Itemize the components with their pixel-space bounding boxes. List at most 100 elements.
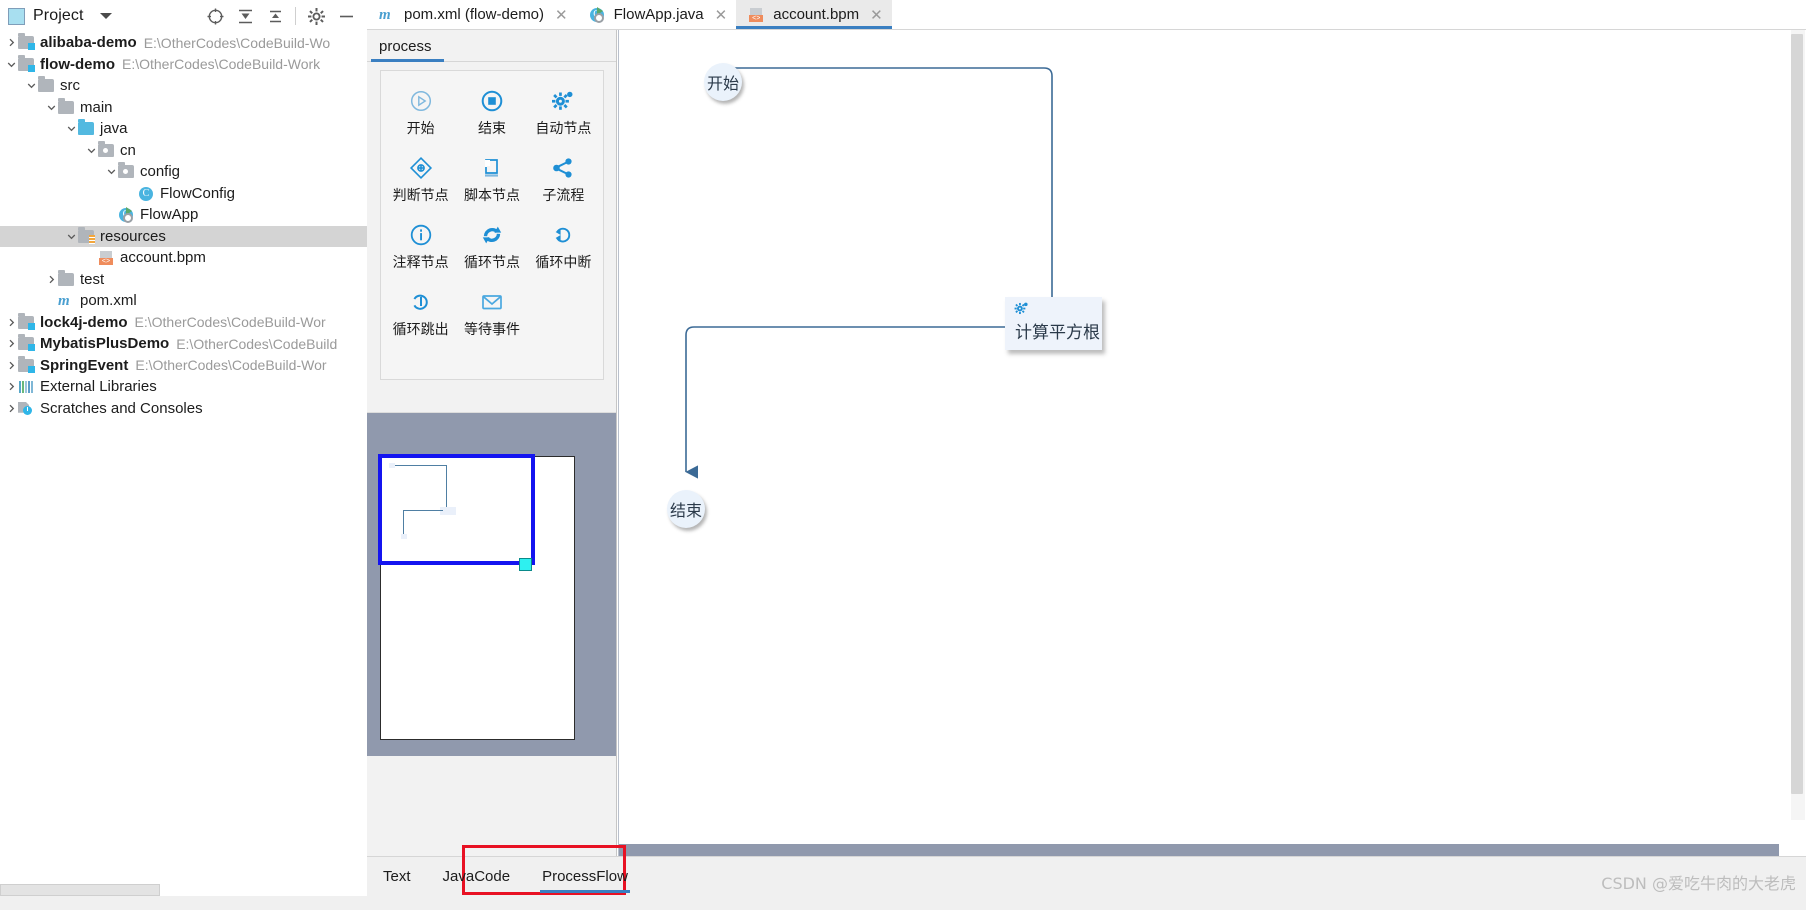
- palette-item-script-node[interactable]: 脚本节点: [456, 152, 527, 209]
- project-panel: Project alibab: [0, 0, 367, 910]
- palette-item-label: 循环节点: [464, 252, 520, 272]
- palette-item-subprocess-node[interactable]: 子流程: [528, 152, 599, 209]
- tree-expand-arrow[interactable]: [4, 36, 18, 50]
- tree-expand-arrow[interactable]: [4, 401, 18, 415]
- tree-row-flowapp[interactable]: CFlowApp: [0, 204, 367, 226]
- tree-row-account-bpm[interactable]: <>account.bpm: [0, 247, 367, 269]
- palette-item-decision-node[interactable]: 判断节点: [385, 152, 456, 209]
- palette-item-label: 判断节点: [393, 185, 449, 205]
- tree-expand-arrow[interactable]: [64, 122, 78, 136]
- canvas-horizontal-scrollbar[interactable]: [619, 844, 1779, 856]
- close-icon[interactable]: ✕: [555, 6, 568, 24]
- tree-expand-arrow[interactable]: [104, 165, 118, 179]
- palette-item-loop-continue[interactable]: 循环跳出: [385, 286, 456, 343]
- close-icon[interactable]: ✕: [715, 6, 728, 24]
- project-panel-title: Project: [33, 7, 84, 25]
- locate-icon[interactable]: [200, 2, 230, 30]
- minimap-viewport[interactable]: [378, 454, 535, 565]
- tree-expand-arrow[interactable]: [24, 79, 38, 93]
- view-tab-processflow[interactable]: ProcessFlow: [526, 857, 644, 897]
- edge-start-to-task[interactable]: [723, 68, 1052, 313]
- tree-expand-arrow: [124, 186, 138, 200]
- canvas-vertical-scroll-thumb[interactable]: [1791, 34, 1803, 794]
- tree-row-external-libraries[interactable]: External Libraries: [0, 376, 367, 398]
- tree-expand-arrow[interactable]: [4, 315, 18, 329]
- tree-row-main[interactable]: main: [0, 97, 367, 119]
- palette-item-loop-break[interactable]: 循环中断: [528, 219, 599, 276]
- palette-item-wait-event[interactable]: 等待事件: [456, 286, 527, 343]
- tree-row-resources[interactable]: resources: [0, 226, 367, 248]
- folder-icon: [58, 271, 75, 288]
- palette-item-comment-node[interactable]: 注释节点: [385, 219, 456, 276]
- expand-all-icon[interactable]: [230, 2, 260, 30]
- palette-item-label: 循环跳出: [393, 319, 449, 339]
- decision-node-icon: [409, 155, 433, 181]
- palette-item-end-node[interactable]: 结束: [456, 85, 527, 142]
- tree-row-mybatisplusdemo[interactable]: MybatisPlusDemoE:\OtherCodes\CodeBuild: [0, 333, 367, 355]
- loop-continue-icon: [409, 289, 433, 315]
- diagram-canvas[interactable]: 开始 计算平方根 结束: [619, 30, 1806, 856]
- diagram-minimap[interactable]: [367, 412, 616, 756]
- loop-node-icon: [480, 222, 504, 248]
- tree-row-test[interactable]: test: [0, 269, 367, 291]
- bpm-file-icon: <>: [748, 6, 766, 24]
- tree-row-src[interactable]: src: [0, 75, 367, 97]
- minimap-resize-handle[interactable]: [519, 558, 532, 571]
- tree-row-label: main: [80, 99, 113, 116]
- project-horizontal-scrollbar[interactable]: [0, 884, 160, 896]
- gear-icon[interactable]: [301, 2, 331, 30]
- tree-expand-arrow[interactable]: [44, 100, 58, 114]
- tree-row-scratches-and-consoles[interactable]: Scratches and Consoles: [0, 398, 367, 420]
- tree-row-cn[interactable]: cn: [0, 140, 367, 162]
- view-tab-text[interactable]: Text: [367, 857, 427, 897]
- editor-tab-pom.xml[interactable]: m pom.xml (flow-demo) ✕: [367, 0, 577, 29]
- tree-row-lock4j-demo[interactable]: lock4j-demoE:\OtherCodes\CodeBuild-Wor: [0, 312, 367, 334]
- tree-row-config[interactable]: config: [0, 161, 367, 183]
- tree-expand-arrow[interactable]: [4, 380, 18, 394]
- tree-expand-arrow[interactable]: [84, 143, 98, 157]
- palette-tab-process[interactable]: process: [367, 38, 444, 61]
- tree-row-springevent[interactable]: SpringEventE:\OtherCodes\CodeBuild-Wor: [0, 355, 367, 377]
- tree-row-label: pom.xml: [80, 292, 137, 309]
- maven-icon: m: [379, 6, 397, 24]
- diagram-node-start[interactable]: 开始: [704, 63, 742, 101]
- editor-tab-label: account.bpm: [773, 6, 859, 23]
- palette-item-start-node[interactable]: 开始: [385, 85, 456, 142]
- tree-row-label: cn: [120, 142, 136, 159]
- tree-row-java[interactable]: java: [0, 118, 367, 140]
- tree-row-flow-demo[interactable]: flow-demoE:\OtherCodes\CodeBuild-Work: [0, 54, 367, 76]
- palette-item-label: 循环中断: [535, 252, 591, 272]
- view-tab-label: ProcessFlow: [542, 868, 628, 885]
- close-icon[interactable]: ✕: [870, 6, 883, 24]
- sources-root-icon: [78, 120, 95, 137]
- minimize-icon[interactable]: [331, 2, 361, 30]
- resources-root-icon: [78, 228, 95, 245]
- node-label: 开始: [707, 70, 739, 94]
- project-tree[interactable]: alibaba-demoE:\OtherCodes\CodeBuild-Wofl…: [0, 32, 367, 419]
- diagram-node-task[interactable]: 计算平方根: [1005, 297, 1102, 350]
- palette-item-loop-node[interactable]: 循环节点: [456, 219, 527, 276]
- tree-expand-arrow[interactable]: [4, 358, 18, 372]
- view-tab-javacode[interactable]: JavaCode: [427, 857, 527, 897]
- tree-row-pom-xml[interactable]: mpom.xml: [0, 290, 367, 312]
- editor-tab-label: pom.xml (flow-demo): [404, 6, 544, 23]
- canvas-vertical-scrollbar[interactable]: [1791, 30, 1805, 820]
- palette-item-auto-node[interactable]: 自动节点: [528, 85, 599, 142]
- tree-row-alibaba-demo[interactable]: alibaba-demoE:\OtherCodes\CodeBuild-Wo: [0, 32, 367, 54]
- tree-expand-arrow[interactable]: [4, 337, 18, 351]
- collapse-all-icon[interactable]: [260, 2, 290, 30]
- tree-row-label: FlowConfig: [160, 185, 235, 202]
- diagram-editor[interactable]: 开始 计算平方根 结束: [618, 30, 1806, 856]
- edge-task-to-end[interactable]: [686, 327, 1005, 472]
- diagram-node-end[interactable]: 结束: [667, 490, 705, 528]
- tree-row-flowconfig[interactable]: CFlowConfig: [0, 183, 367, 205]
- chevron-down-icon[interactable]: [100, 13, 112, 19]
- editor-tab-account.bpm[interactable]: <> account.bpm ✕: [736, 0, 891, 29]
- editor-tab-flowapp.java[interactable]: CFlowApp.java✕: [577, 0, 737, 29]
- project-toolbar: [200, 2, 367, 30]
- view-tab-label: JavaCode: [443, 868, 511, 885]
- palette-items: 开始结束自动节点判断节点脚本节点子流程注释节点循环节点循环中断循环跳出等待事件: [381, 71, 603, 343]
- tree-expand-arrow[interactable]: [64, 229, 78, 243]
- tree-expand-arrow[interactable]: [44, 272, 58, 286]
- tree-expand-arrow[interactable]: [4, 57, 18, 71]
